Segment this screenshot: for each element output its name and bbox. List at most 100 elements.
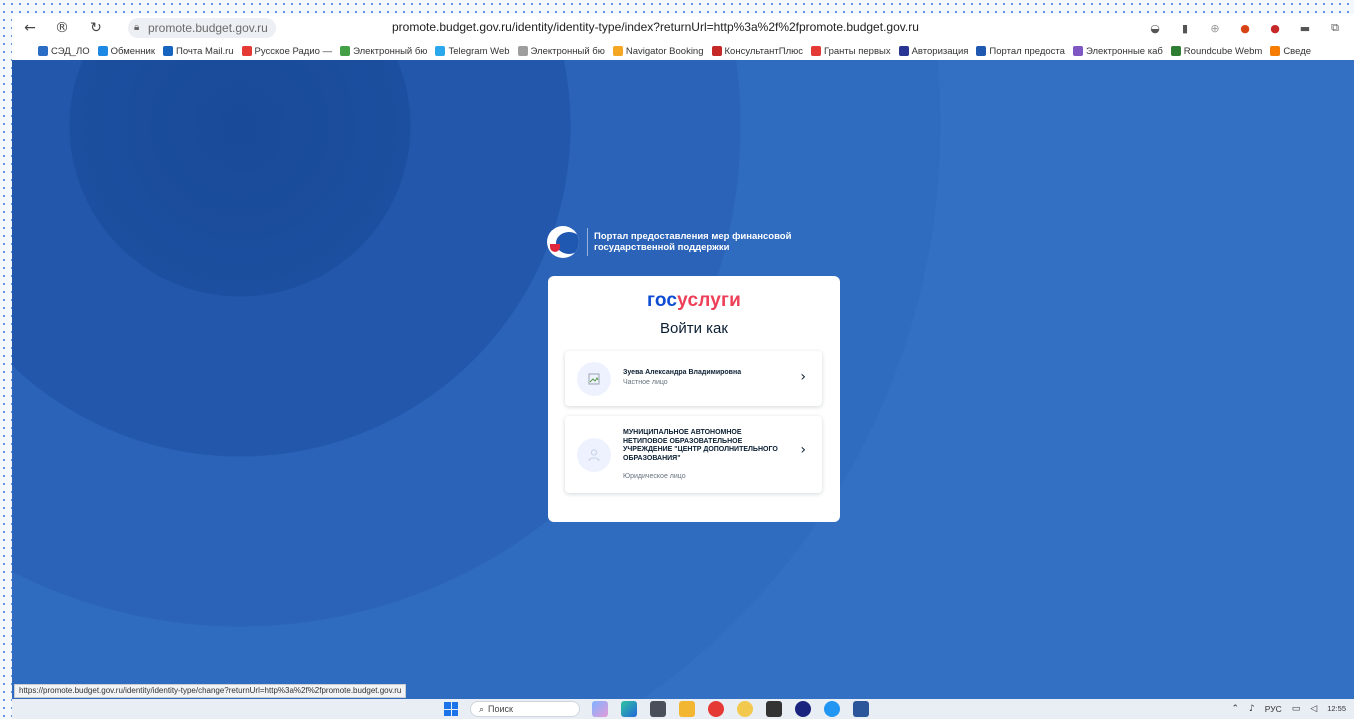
account-kind: Частное лицо	[623, 379, 668, 386]
bookmark-favicon-icon	[38, 46, 48, 56]
account-kind: Юридическое лицо	[623, 473, 686, 480]
telegram-icon[interactable]	[824, 701, 840, 717]
avatar	[577, 438, 611, 472]
logo-divider	[587, 228, 588, 256]
bookmark-favicon-icon	[241, 46, 252, 56]
page-content: Портал предоставления мер финансовой гос…	[12, 60, 1354, 699]
search-label: Поиск	[488, 704, 513, 714]
bookmark-label: Русское Радио —	[254, 45, 333, 57]
yandex-icon[interactable]: ®	[52, 18, 72, 38]
task-view-icon[interactable]	[650, 701, 666, 717]
windows-start-icon[interactable]	[444, 702, 458, 716]
domain-chip[interactable]: 🔒︎ promote.budget.gov.ru	[128, 18, 276, 38]
bookmark-label: Электронный бю	[530, 45, 605, 57]
bookmark-favicon-icon	[976, 46, 987, 56]
chevron-up-icon[interactable]: ⌃	[1231, 704, 1239, 714]
portal-title-line: государственной поддержки	[594, 242, 730, 253]
extension-icon[interactable]: ●	[1236, 19, 1254, 37]
bookmark-favicon-icon	[898, 46, 909, 56]
bookmark-item[interactable]: СЭД_ЛО	[38, 46, 90, 57]
globe-icon[interactable]: ⊕	[1206, 19, 1224, 37]
bookmark-icon[interactable]: ▮	[1176, 19, 1194, 37]
bookmark-favicon-icon	[435, 46, 446, 56]
lock-icon: 🔒︎	[134, 22, 140, 33]
bookmark-item[interactable]: Navigator Booking	[612, 45, 704, 57]
yandex-browser-icon[interactable]	[708, 701, 724, 717]
bookmark-label: Электронный бю	[353, 45, 428, 57]
bookmark-label: КонсультантПлюс	[724, 45, 803, 57]
clock[interactable]: 12:55	[1327, 705, 1346, 713]
bookmark-label: Гранты первых	[824, 45, 891, 57]
bookmark-item[interactable]: Портал предоста	[976, 46, 1065, 57]
account-name: Зуева Александра Владимировна	[623, 369, 742, 376]
portal-title-line: Портал предоставления мер финансовой	[594, 231, 792, 242]
extensions-area: ◒ ▮ ⊕ ● ● ▬ ⧉	[1146, 18, 1344, 38]
bookmark-label: СЭД_ЛО	[51, 45, 90, 57]
bookmark-item[interactable]: Электронный бю	[517, 45, 605, 57]
bookmark-label: Портал предоста	[989, 45, 1065, 57]
app-icon[interactable]	[795, 701, 811, 717]
back-arrow-icon[interactable]: ←	[20, 18, 40, 38]
bookmark-favicon-icon	[517, 46, 528, 56]
bookmark-item[interactable]: Русское Радио —	[241, 45, 333, 57]
app-icon[interactable]	[737, 701, 753, 717]
screenshot-frame: ← ® ↻ 🔒︎ promote.budget.gov.ru promote.b…	[0, 0, 1354, 719]
language-indicator[interactable]: РУС	[1265, 704, 1282, 714]
bookmark-label: Navigator Booking	[625, 45, 704, 57]
chevron-right-icon: ›	[800, 369, 806, 385]
bookmark-favicon-icon	[340, 46, 351, 56]
portal-title: Портал предоставления мер финансовой гос…	[594, 231, 834, 253]
bookmark-label: Электронные каб	[1085, 45, 1163, 57]
bookmarks-bar: СЭД_ЛО Обменник Почта Mail.ru Русское Радио…	[12, 42, 1354, 60]
network-icon[interactable]: ▭	[1292, 704, 1301, 714]
bookmark-favicon-icon	[1072, 46, 1083, 56]
bookmark-favicon-icon	[811, 46, 821, 56]
bookmark-item[interactable]: Электронный бю	[340, 46, 427, 57]
app-icon[interactable]	[621, 701, 637, 717]
microphone-icon[interactable]: ♪	[1249, 704, 1255, 714]
browser-toolbar: ← ® ↻ 🔒︎ promote.budget.gov.ru promote.b…	[12, 14, 1354, 42]
bookmark-label: Telegram Web	[448, 45, 510, 57]
portal-logo[interactable]: Портал предоставления мер финансовой гос…	[547, 226, 834, 258]
chevron-right-icon: ›	[800, 442, 806, 458]
account-option-individual[interactable]: Зуева Александра Владимировна Частное ли…	[565, 351, 822, 406]
system-tray: ⌃ ♪ РУС ▭ ◁ 12:55	[1231, 699, 1346, 719]
bookmark-label: Авторизация	[911, 45, 969, 57]
file-explorer-icon[interactable]	[679, 701, 695, 717]
word-icon[interactable]	[853, 701, 869, 717]
widgets-icon[interactable]	[592, 701, 608, 717]
user-icon	[588, 449, 600, 462]
bookmark-item[interactable]: Авторизация	[898, 45, 969, 57]
extension-icon[interactable]: ●	[1266, 19, 1284, 37]
downloads-icon[interactable]: ⧉	[1326, 19, 1344, 37]
account-name-line: НЕТИПОВОЕ ОБРАЗОВАТЕЛЬНОЕ	[623, 437, 743, 445]
address-bar[interactable]: promote.budget.gov.ru/identity/identity-…	[392, 20, 919, 34]
account-option-organization[interactable]: МУНИЦИПАЛЬНОЕ АВТОНОМНОЕ НЕТИПОВОЕ ОБРАЗ…	[565, 416, 822, 493]
bookmark-label: Сведе	[1283, 45, 1312, 57]
bookmark-item[interactable]: Гранты первых	[811, 46, 891, 57]
bookmark-label: Почта Mail.ru	[176, 45, 234, 57]
bookmark-favicon-icon	[1170, 46, 1181, 56]
reload-icon[interactable]: ↻	[86, 18, 106, 38]
bookmark-item[interactable]: Электронные каб	[1072, 45, 1163, 57]
account-name-line: УЧРЕЖДЕНИЕ "ЦЕНТР ДОПОЛНИТЕЛЬНОГО	[623, 446, 778, 454]
bookmark-item[interactable]: КонсультантПлюс	[711, 45, 803, 57]
taskbar: ⌕ Поиск ⌃ ♪ РУС ▭ ◁ 12:55	[12, 699, 1354, 719]
clock-time: 12:55	[1327, 704, 1346, 713]
account-name: МУНИЦИПАЛЬНОЕ АВТОНОМНОЕ НЕТИПОВОЕ ОБРАЗ…	[623, 429, 778, 463]
incognito-icon[interactable]: ◒	[1146, 19, 1164, 37]
app-icon[interactable]	[766, 701, 782, 717]
logo-part-gos: гос	[646, 290, 678, 311]
extension-icon[interactable]: ▬	[1296, 19, 1314, 37]
bookmark-label: Roundcube Webm	[1183, 45, 1263, 57]
bookmark-item[interactable]: Сведе	[1270, 46, 1311, 57]
bookmark-item[interactable]: Roundcube Webm	[1170, 45, 1263, 57]
account-name-line: МУНИЦИПАЛЬНОЕ АВТОНОМНОЕ	[623, 429, 742, 436]
bookmark-item[interactable]: Почта Mail.ru	[163, 46, 234, 57]
broken-image-icon	[588, 373, 600, 385]
bookmark-favicon-icon	[711, 46, 722, 56]
bookmark-item[interactable]: Обменник	[97, 46, 155, 57]
taskbar-search[interactable]: ⌕ Поиск	[470, 701, 580, 717]
volume-icon[interactable]: ◁	[1310, 704, 1317, 714]
bookmark-item[interactable]: Telegram Web	[435, 45, 510, 57]
